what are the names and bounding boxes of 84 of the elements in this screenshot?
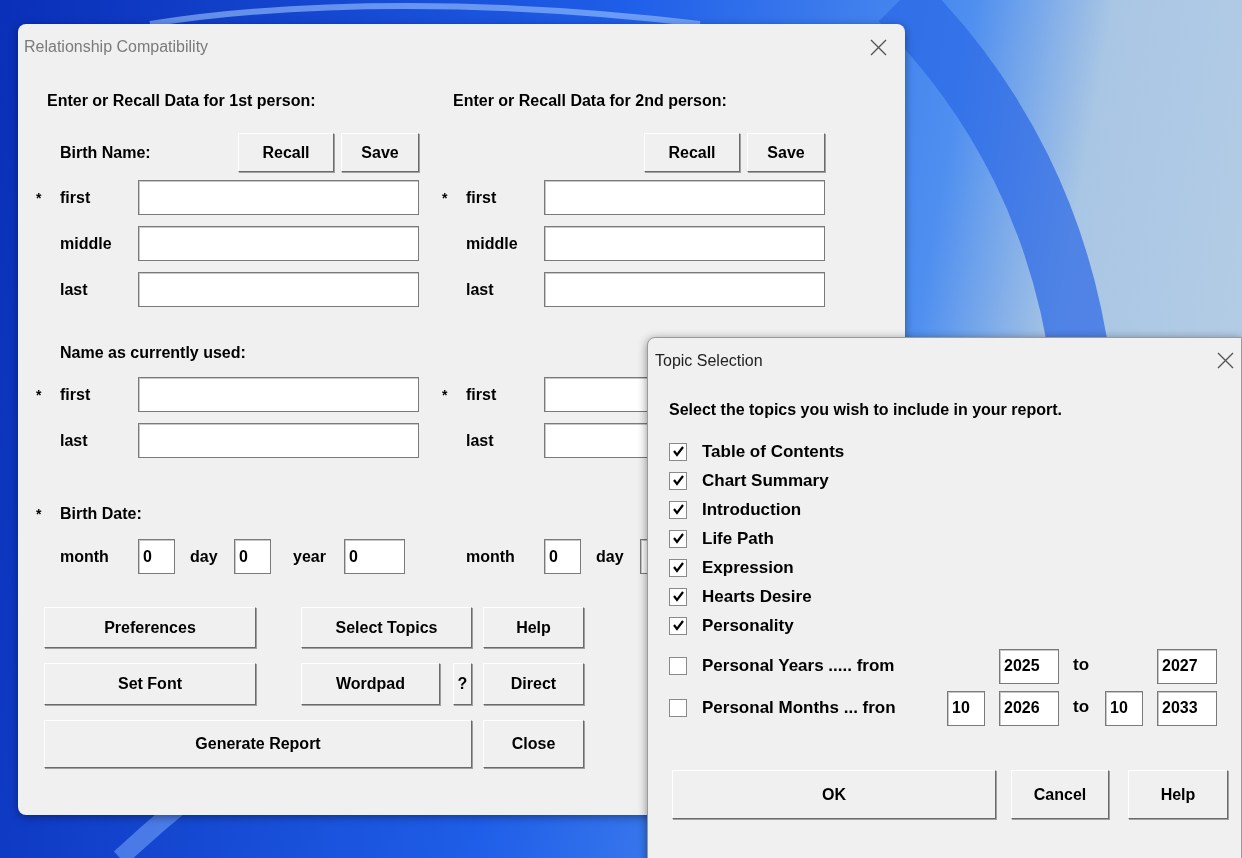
checkbox-label: Introduction: [702, 498, 802, 521]
year-field[interactable]: 2027: [1157, 648, 1217, 684]
checkbox[interactable]: [669, 442, 687, 461]
checkbox-label: Expression: [702, 556, 794, 579]
dialog-button[interactable]: Preferences: [44, 607, 256, 648]
dialog-button[interactable]: Generate Report: [44, 720, 472, 768]
field-label: day: [596, 546, 624, 567]
recall-save-button[interactable]: Recall: [238, 133, 334, 172]
month-field[interactable]: 10: [947, 690, 985, 726]
year-field[interactable]: 2033: [1157, 690, 1217, 726]
field-label: last: [466, 279, 494, 300]
checkbox-label: Personal Years ..... from: [702, 655, 895, 678]
close-icon[interactable]: [870, 38, 887, 56]
checkbox[interactable]: [669, 500, 687, 519]
close-button[interactable]: Close: [483, 720, 584, 768]
date-field[interactable]: 0: [344, 539, 405, 574]
field-label: last: [60, 430, 88, 451]
section-label: Name as currently used:: [60, 343, 246, 363]
dialog-button[interactable]: Wordpad: [301, 663, 440, 705]
text-field[interactable]: [544, 272, 825, 307]
field-label: last: [60, 279, 88, 300]
checkbox[interactable]: [669, 558, 687, 577]
required-marker: *: [36, 190, 42, 205]
dialog-button[interactable]: Direct: [483, 663, 584, 705]
text-field[interactable]: [138, 423, 419, 458]
field-label: first: [466, 384, 497, 405]
year-field[interactable]: 2025: [999, 648, 1059, 684]
text-field[interactable]: [544, 226, 825, 261]
recall-save-button[interactable]: Recall: [644, 133, 740, 172]
section-heading: Enter or Recall Data for 2nd person:: [453, 91, 727, 111]
field-label: month: [466, 546, 515, 567]
instruction-text: Select the topics you wish to include in your report.: [669, 400, 1062, 420]
field-label: middle: [466, 233, 518, 254]
checkbox-label: Hearts Desire: [702, 585, 812, 608]
date-field[interactable]: 0: [138, 539, 175, 574]
checkbox[interactable]: [669, 657, 687, 675]
checkbox[interactable]: [669, 587, 687, 606]
checkbox-label: Chart Summary: [702, 469, 829, 492]
recall-save-button[interactable]: Save: [747, 133, 825, 172]
field-label: year: [293, 546, 326, 567]
dialog-button[interactable]: Select Topics: [301, 607, 472, 648]
year-field[interactable]: 2026: [999, 690, 1059, 726]
field-label: first: [60, 187, 91, 208]
text-field[interactable]: [138, 377, 419, 412]
dialog-button[interactable]: Set Font: [44, 663, 256, 705]
required-marker: *: [36, 507, 42, 521]
close-icon[interactable]: [1217, 352, 1234, 369]
help-button[interactable]: Help: [1128, 770, 1228, 819]
window-title: Topic Selection: [655, 350, 763, 371]
recall-save-button[interactable]: Save: [341, 133, 419, 172]
help-button[interactable]: Help: [483, 607, 584, 648]
checkbox-label: Personal Months ... fron: [702, 697, 896, 720]
field-label: first: [60, 384, 91, 405]
text-field[interactable]: [138, 180, 419, 215]
cancel-button[interactable]: Cancel: [1011, 770, 1109, 819]
text-field[interactable]: [138, 226, 419, 261]
range-label: to: [1073, 696, 1090, 718]
checkbox[interactable]: [669, 471, 687, 490]
section-label: Birth Date:: [60, 504, 142, 524]
checkbox-label: Table of Contents: [702, 440, 845, 463]
section-label: Birth Name:: [60, 142, 151, 163]
required-marker: *: [442, 387, 448, 402]
section-heading: Enter or Recall Data for 1st person:: [47, 91, 316, 111]
field-label: month: [60, 546, 109, 567]
field-label: first: [466, 187, 497, 208]
field-label: last: [466, 430, 494, 451]
date-field[interactable]: 0: [234, 539, 271, 574]
checkbox[interactable]: [669, 529, 687, 548]
checkbox[interactable]: [669, 699, 687, 717]
range-label: to: [1073, 654, 1090, 676]
checkbox-label: Personality: [702, 614, 794, 637]
text-field[interactable]: [544, 180, 825, 215]
required-marker: *: [442, 190, 448, 205]
help-button[interactable]: ?: [453, 663, 472, 705]
field-label: day: [190, 546, 218, 567]
month-field[interactable]: 10: [1105, 690, 1143, 726]
checkbox-label: Life Path: [702, 527, 774, 550]
checkbox[interactable]: [669, 616, 687, 635]
text-field[interactable]: [138, 272, 419, 307]
field-label: middle: [60, 233, 112, 254]
required-marker: *: [36, 387, 42, 402]
window-title: Relationship Compatibility: [24, 37, 209, 57]
date-field[interactable]: 0: [544, 539, 581, 574]
ok-button[interactable]: OK: [672, 770, 996, 819]
